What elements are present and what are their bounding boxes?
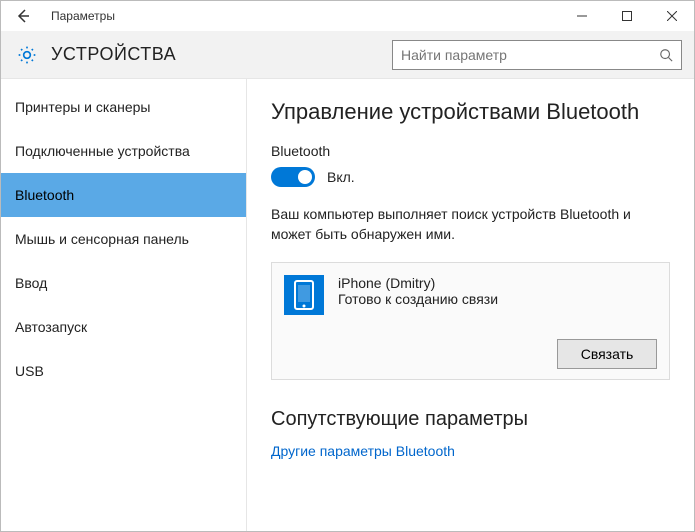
sidebar-item-connected-devices[interactable]: Подключенные устройства <box>1 129 246 173</box>
gear-icon <box>17 45 37 65</box>
device-name: iPhone (Dmitry) <box>338 275 498 291</box>
sidebar-item-usb[interactable]: USB <box>1 349 246 393</box>
sidebar-item-label: Подключенные устройства <box>15 143 190 159</box>
sidebar-item-bluetooth[interactable]: Bluetooth <box>1 173 246 217</box>
window-title: Параметры <box>45 9 115 23</box>
bluetooth-toggle-row: Вкл. <box>271 167 670 187</box>
close-button[interactable] <box>649 1 694 31</box>
sidebar-item-mouse-touchpad[interactable]: Мышь и сенсорная панель <box>1 217 246 261</box>
header: УСТРОЙСТВА <box>1 31 694 79</box>
pair-button-label: Связать <box>581 346 634 362</box>
sidebar-item-label: USB <box>15 363 44 379</box>
window-controls <box>559 1 694 31</box>
sidebar-item-autoplay[interactable]: Автозапуск <box>1 305 246 349</box>
bluetooth-toggle-state: Вкл. <box>327 169 355 185</box>
back-button[interactable] <box>1 1 45 31</box>
page-title: Управление устройствами Bluetooth <box>271 99 670 125</box>
content: Принтеры и сканеры Подключенные устройст… <box>1 79 694 531</box>
sidebar-item-label: Принтеры и сканеры <box>15 99 150 115</box>
sidebar-item-typing[interactable]: Ввод <box>1 261 246 305</box>
bluetooth-description: Ваш компьютер выполняет поиск устройств … <box>271 205 661 244</box>
bluetooth-toggle[interactable] <box>271 167 315 187</box>
device-info-row: iPhone (Dmitry) Готово к созданию связи <box>284 275 657 315</box>
maximize-button[interactable] <box>604 1 649 31</box>
search-icon <box>659 48 673 62</box>
sidebar-item-label: Мышь и сенсорная панель <box>15 231 189 247</box>
device-info: iPhone (Dmitry) Готово к созданию связи <box>338 275 498 307</box>
sidebar-item-label: Bluetooth <box>15 187 74 203</box>
related-heading: Сопутствующие параметры <box>271 408 670 431</box>
bluetooth-label: Bluetooth <box>271 143 670 159</box>
header-title: УСТРОЙСТВА <box>51 44 392 65</box>
sidebar-item-label: Ввод <box>15 275 47 291</box>
search-box[interactable] <box>392 40 682 70</box>
sidebar: Принтеры и сканеры Подключенные устройст… <box>1 79 247 531</box>
search-input[interactable] <box>401 47 659 63</box>
device-actions: Связать <box>284 339 657 369</box>
minimize-button[interactable] <box>559 1 604 31</box>
phone-icon <box>284 275 324 315</box>
other-bluetooth-settings-link[interactable]: Другие параметры Bluetooth <box>271 443 670 459</box>
sidebar-item-label: Автозапуск <box>15 319 87 335</box>
maximize-icon <box>622 11 632 21</box>
pair-button[interactable]: Связать <box>557 339 657 369</box>
titlebar: Параметры <box>1 1 694 31</box>
device-status: Готово к созданию связи <box>338 291 498 307</box>
close-icon <box>667 11 677 21</box>
device-card[interactable]: iPhone (Dmitry) Готово к созданию связи … <box>271 262 670 380</box>
arrow-left-icon <box>15 8 31 24</box>
main-panel: Управление устройствами Bluetooth Blueto… <box>247 79 694 531</box>
sidebar-item-printers[interactable]: Принтеры и сканеры <box>1 85 246 129</box>
minimize-icon <box>577 11 587 21</box>
